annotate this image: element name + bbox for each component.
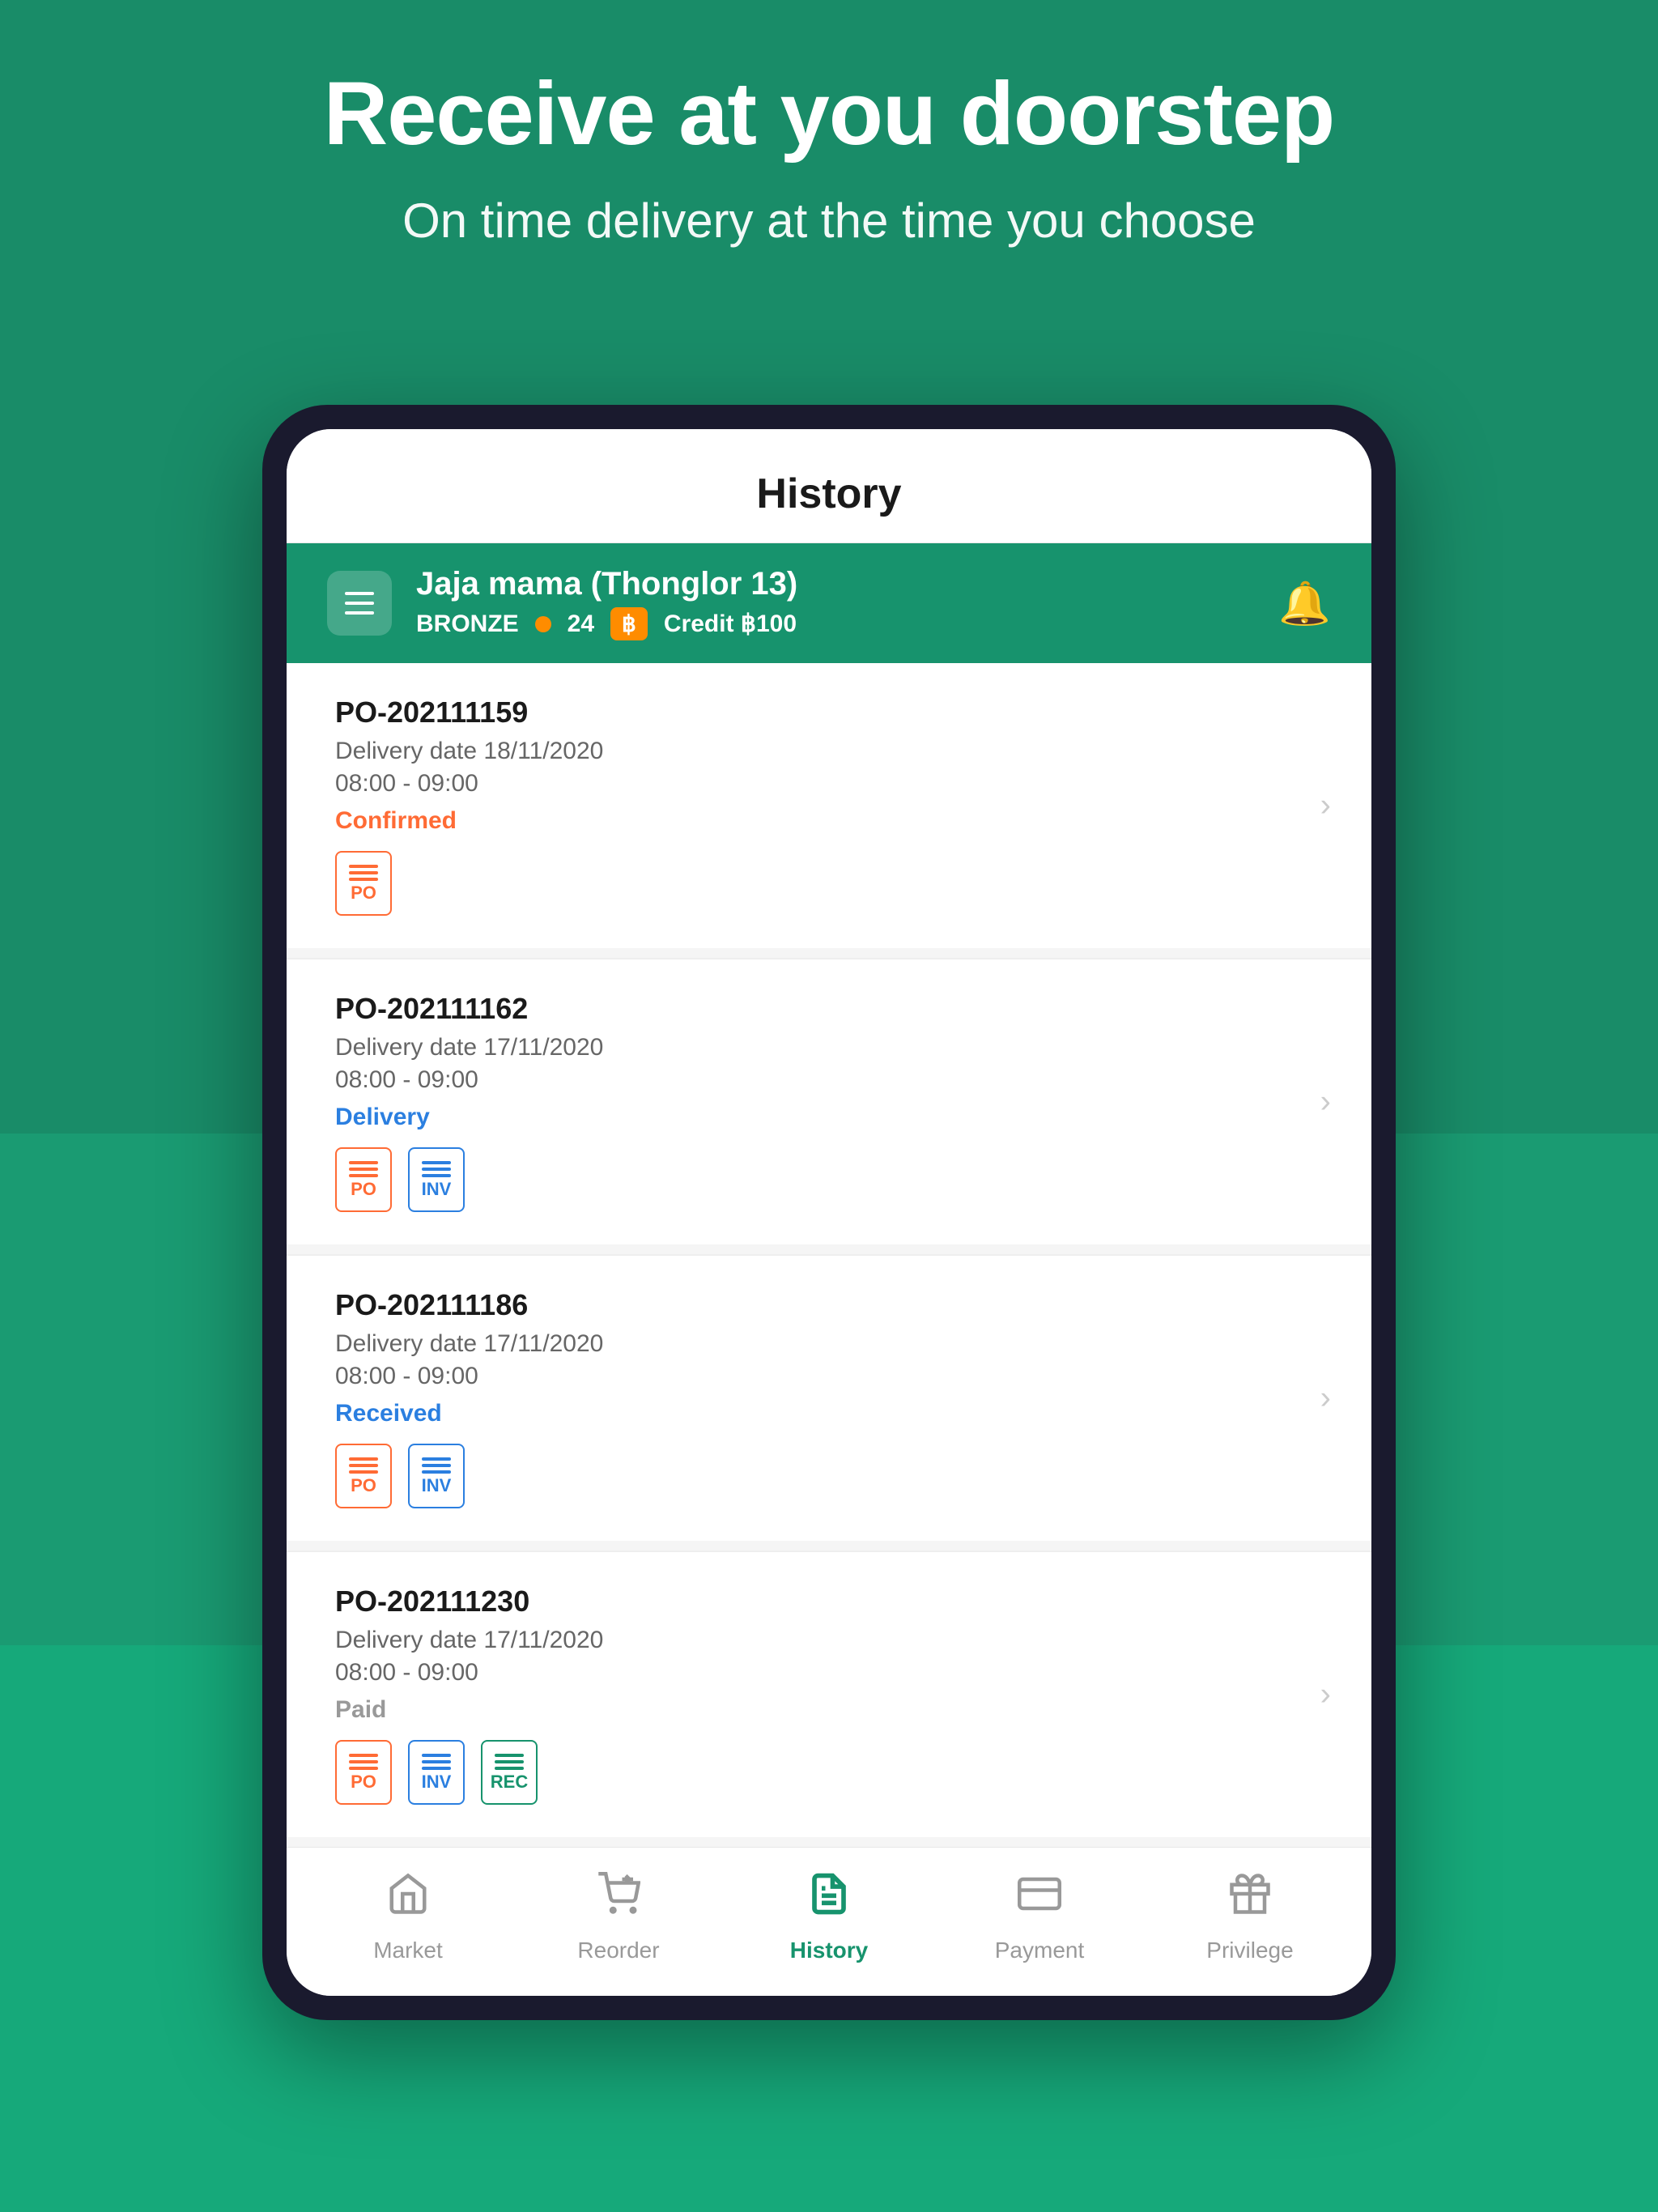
doc-icons: PO INV [335,1740,1323,1805]
chevron-right-icon: › [1320,1677,1331,1713]
orders-list: PO-202111159 Delivery date 18/11/2020 08… [287,663,1371,1837]
nav-label-privilege: Privilege [1206,1938,1293,1963]
order-id: PO-202111186 [335,1288,1323,1322]
points-value: 24 [568,610,594,638]
hero-subtitle: On time delivery at the time you choose [0,187,1658,255]
order-date: Delivery date 17/11/2020 [335,1330,1323,1358]
order-time: 08:00 - 09:00 [335,770,1323,798]
doc-lines [422,1457,451,1474]
privilege-icon [1228,1872,1272,1926]
order-status: Delivery [335,1104,1323,1131]
order-time: 08:00 - 09:00 [335,1066,1323,1094]
nav-item-payment[interactable]: Payment [967,1872,1112,1963]
doc-lines [349,865,378,881]
inv-doc-icon[interactable]: INV [408,1147,465,1212]
doc-label: PO [351,884,376,902]
order-time: 08:00 - 09:00 [335,1363,1323,1390]
order-date: Delivery date 17/11/2020 [335,1034,1323,1061]
doc-label: PO [351,1180,376,1198]
order-item[interactable]: PO-202111230 Delivery date 17/11/2020 08… [287,1552,1371,1837]
doc-label: PO [351,1477,376,1495]
order-item[interactable]: PO-202111159 Delivery date 18/11/2020 08… [287,663,1371,948]
doc-lines [422,1754,451,1770]
doc-icons: PO [335,851,1323,916]
doc-label: INV [422,1180,452,1198]
order-id: PO-202111230 [335,1585,1323,1619]
po-doc-icon[interactable]: PO [335,851,392,916]
order-item[interactable]: PO-202111186 Delivery date 17/11/2020 08… [287,1256,1371,1541]
store-name: Jaja mama (Thonglor 13) [416,566,797,602]
notification-bell-icon[interactable]: 🔔 [1278,579,1331,628]
nav-item-reorder[interactable]: Reorder [546,1872,691,1963]
points-dot [535,616,551,632]
hero-title: Receive at you doorstep [0,65,1658,163]
order-status: Paid [335,1696,1323,1724]
menu-line-3 [345,611,374,615]
nav-label-market: Market [373,1938,443,1963]
doc-lines [349,1754,378,1770]
home-icon [386,1872,430,1926]
po-doc-icon[interactable]: PO [335,1740,392,1805]
inv-doc-icon[interactable]: INV [408,1740,465,1805]
menu-line-2 [345,602,374,605]
nav-label-reorder: Reorder [577,1938,659,1963]
chevron-right-icon: › [1320,1084,1331,1121]
order-time: 08:00 - 09:00 [335,1659,1323,1687]
chevron-right-icon: › [1320,788,1331,824]
chevron-right-icon: › [1320,1380,1331,1417]
hero-section: Receive at you doorstep On time delivery… [0,65,1658,255]
menu-line-1 [345,592,374,595]
order-status: Confirmed [335,807,1323,835]
store-info: Jaja mama (Thonglor 13) BRONZE 24 ฿ Cred… [416,566,797,640]
po-doc-icon[interactable]: PO [335,1147,392,1212]
po-doc-icon[interactable]: PO [335,1444,392,1508]
nav-item-privilege[interactable]: Privilege [1177,1872,1323,1963]
nav-item-market[interactable]: Market [335,1872,481,1963]
reorder-icon [597,1872,640,1926]
badge-bronze: BRONZE [416,610,519,638]
doc-icons: PO INV [335,1147,1323,1212]
credit-icon: ฿ [610,607,648,640]
device-screen: History Jaja mama (Thonglor 13) BRONZE [287,429,1371,1996]
store-bar: Jaja mama (Thonglor 13) BRONZE 24 ฿ Cred… [287,543,1371,663]
doc-label: INV [422,1773,452,1791]
doc-icons: PO INV [335,1444,1323,1508]
store-meta: BRONZE 24 ฿ Credit ฿100 [416,607,797,640]
app-header: History [287,429,1371,543]
doc-label: INV [422,1477,452,1495]
order-item[interactable]: PO-202111162 Delivery date 17/11/2020 08… [287,959,1371,1244]
rec-doc-icon[interactable]: REC [481,1740,538,1805]
order-date: Delivery date 17/11/2020 [335,1627,1323,1654]
order-id: PO-202111159 [335,696,1323,730]
store-bar-left: Jaja mama (Thonglor 13) BRONZE 24 ฿ Cred… [327,566,797,640]
device-frame: History Jaja mama (Thonglor 13) BRONZE [262,405,1396,2020]
doc-lines [495,1754,524,1770]
app-title: History [335,470,1323,518]
doc-label: PO [351,1773,376,1791]
doc-lines [349,1457,378,1474]
nav-label-payment: Payment [995,1938,1085,1963]
device-wrapper: History Jaja mama (Thonglor 13) BRONZE [262,405,1396,2020]
order-id: PO-202111162 [335,992,1323,1026]
nav-label-history: History [790,1938,868,1963]
doc-lines [349,1161,378,1177]
nav-item-history[interactable]: History [756,1872,902,1963]
order-date: Delivery date 18/11/2020 [335,738,1323,765]
menu-button[interactable] [327,571,392,636]
bottom-nav: Market Reorder History [287,1847,1371,1996]
payment-icon [1018,1872,1061,1926]
credit-label: Credit ฿100 [664,610,797,638]
doc-lines [422,1161,451,1177]
order-status: Received [335,1400,1323,1427]
history-icon [807,1872,851,1926]
doc-label: REC [491,1773,528,1791]
inv-doc-icon[interactable]: INV [408,1444,465,1508]
